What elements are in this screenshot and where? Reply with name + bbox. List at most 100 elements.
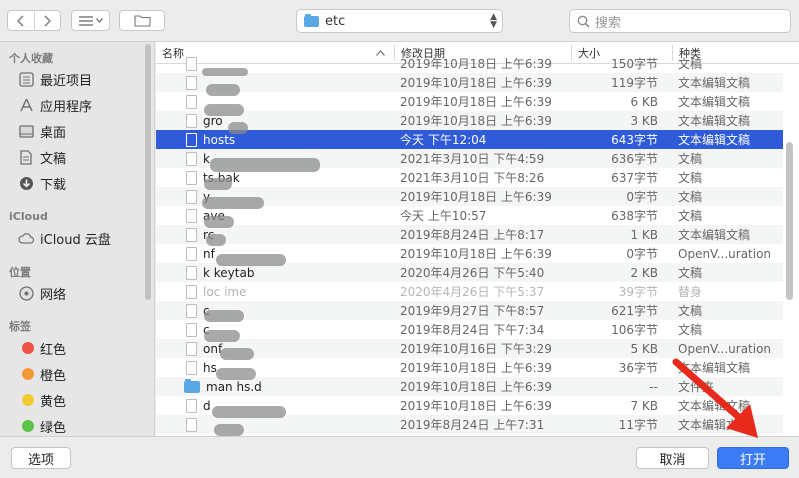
file-size: 0字节	[626, 190, 658, 204]
file-date: 2019年8月24日 下午7:34	[400, 323, 545, 337]
file-icon	[186, 189, 197, 204]
file-date: 今天 下午12:04	[400, 133, 487, 147]
file-icon	[186, 341, 197, 356]
search-field[interactable]: 搜索	[569, 9, 791, 33]
sidebar-item-label: 下载	[40, 177, 67, 193]
sidebar-item-network[interactable]: 网络	[18, 282, 66, 304]
options-button[interactable]: 选项	[11, 447, 71, 469]
tag-yellow-dot	[22, 394, 34, 406]
sidebar-item-icloud-drive[interactable]: iCloud 云盘	[18, 227, 111, 249]
sidebar-item-desktop[interactable]: 桌面	[18, 120, 66, 142]
sidebar-item-label: 文稿	[40, 151, 67, 167]
file-date: 2019年10月18日 上午6:39	[400, 399, 552, 413]
file-row[interactable]: c 2019年8月24日 下午7:34 106字节 文稿	[156, 320, 783, 339]
file-icon	[186, 170, 197, 185]
sidebar-item-documents[interactable]: 文稿	[18, 146, 66, 168]
file-date: 2019年9月27日 下午8:57	[400, 304, 545, 318]
file-size: 119字节	[611, 76, 658, 90]
file-icon	[186, 56, 197, 71]
redaction-smudge	[204, 330, 240, 342]
new-folder-button[interactable]	[119, 10, 165, 31]
toolbar: etc ▲ ▼ 搜索	[0, 0, 799, 42]
file-row[interactable]: c2019年9月27日 下午8:57621字节文稿	[156, 301, 783, 320]
cancel-button-label: 取消	[659, 452, 686, 468]
sidebar-item-downloads[interactable]: 下载	[18, 172, 66, 194]
sidebar-item-label: 绿色	[40, 420, 67, 436]
cloud-icon	[18, 232, 34, 244]
new-folder-icon	[133, 15, 151, 27]
file-row[interactable]: 2019年10月18日 上午6:39 6 KB 文本编辑文稿	[156, 92, 783, 111]
back-button[interactable]	[8, 11, 34, 30]
file-row[interactable]: rc2019年8月24日 上午8:171 KB文本编辑文稿	[156, 225, 783, 244]
sidebar-item-tag-yellow[interactable]: 黄色	[22, 389, 66, 411]
search-placeholder: 搜索	[595, 15, 622, 31]
redaction-smudge	[204, 104, 244, 116]
file-icon	[186, 246, 197, 261]
file-kind: 文稿	[678, 323, 703, 337]
file-size: 11字节	[618, 418, 658, 432]
open-button-label: 打开	[739, 452, 766, 468]
file-size: 638字节	[611, 209, 658, 223]
redaction-smudge	[204, 178, 232, 190]
sidebar-section-tags: 标签	[9, 320, 31, 333]
red-arrow-annotation	[672, 358, 758, 438]
file-row[interactable]: loc ime 2020年4月26日 下午5:37 39字节 替身	[156, 282, 783, 301]
file-kind: 文本编辑文稿	[678, 76, 751, 90]
file-icon	[186, 132, 197, 147]
file-size: 3 KB	[630, 113, 658, 128]
bottom-bar: 选项 取消 打开	[0, 436, 799, 478]
file-size: 637字节	[611, 171, 658, 185]
open-button[interactable]: 打开	[717, 447, 789, 469]
network-icon	[18, 285, 34, 301]
list-view-icon	[78, 15, 93, 26]
file-kind: 文稿	[678, 190, 703, 204]
file-date: 2020年4月26日 下午5:40	[400, 266, 545, 280]
file-list-scrollbar[interactable]	[786, 142, 793, 300]
file-size: 106字节	[611, 323, 658, 337]
documents-icon	[18, 149, 34, 165]
sidebar-item-recents[interactable]: 最近项目	[18, 68, 92, 90]
clock-icon	[18, 71, 34, 87]
sidebar-item-applications[interactable]: 应用程序	[18, 94, 92, 116]
file-icon	[186, 265, 197, 280]
location-popup[interactable]: etc ▲ ▼	[296, 9, 503, 33]
file-size: 5 KB	[630, 341, 658, 356]
file-size: 150字节	[611, 57, 658, 71]
sidebar-item-tag-red[interactable]: 红色	[22, 337, 66, 359]
file-date: 2019年10月18日 上午6:39	[400, 190, 552, 204]
sidebar-item-label: 红色	[40, 342, 67, 358]
file-size: 636字节	[611, 152, 658, 166]
file-kind: 文本编辑文稿	[678, 133, 751, 147]
file-kind: 文稿	[678, 171, 703, 185]
redaction-smudge	[204, 310, 244, 322]
applications-icon	[18, 98, 34, 113]
file-name: hs	[203, 360, 217, 375]
file-row[interactable]: 2019年10月18日 上午6:39 119字节 文本编辑文稿	[156, 73, 783, 92]
file-row[interactable]: hosts 今天 下午12:04 643字节 文本编辑文稿	[156, 130, 783, 149]
file-icon	[186, 360, 197, 375]
file-row[interactable]: 2019年10月18日 上午6:39 150字节 文稿	[156, 54, 783, 73]
file-date: 2019年10月18日 上午6:39	[400, 380, 552, 394]
chevron-down-icon	[95, 18, 103, 23]
file-icon	[186, 303, 197, 318]
sidebar-scrollbar[interactable]	[145, 44, 151, 300]
tag-orange-dot	[22, 368, 34, 380]
sidebar-item-tag-green[interactable]: 绿色	[22, 415, 66, 437]
file-name-cell: hosts	[184, 130, 394, 149]
file-size: 36字节	[618, 361, 658, 375]
redaction-smudge	[210, 158, 320, 172]
cancel-button[interactable]: 取消	[636, 447, 709, 469]
sidebar-item-tag-orange[interactable]: 橙色	[22, 363, 66, 385]
file-kind: 文本编辑文稿	[678, 228, 751, 242]
file-size: 6 KB	[630, 94, 658, 109]
file-row[interactable]: gro 2019年10月18日 上午6:39 3 KB 文本编辑文稿	[156, 111, 783, 130]
redaction-smudge	[216, 368, 256, 380]
location-label: etc	[325, 13, 346, 29]
file-name: nf	[203, 246, 215, 261]
sidebar-item-label: 应用程序	[40, 99, 93, 115]
view-options-button[interactable]	[71, 10, 110, 31]
sidebar-item-label: 黄色	[40, 394, 67, 410]
forward-button[interactable]	[33, 11, 61, 30]
file-name: k keytab	[203, 265, 255, 280]
file-icon	[186, 94, 197, 109]
